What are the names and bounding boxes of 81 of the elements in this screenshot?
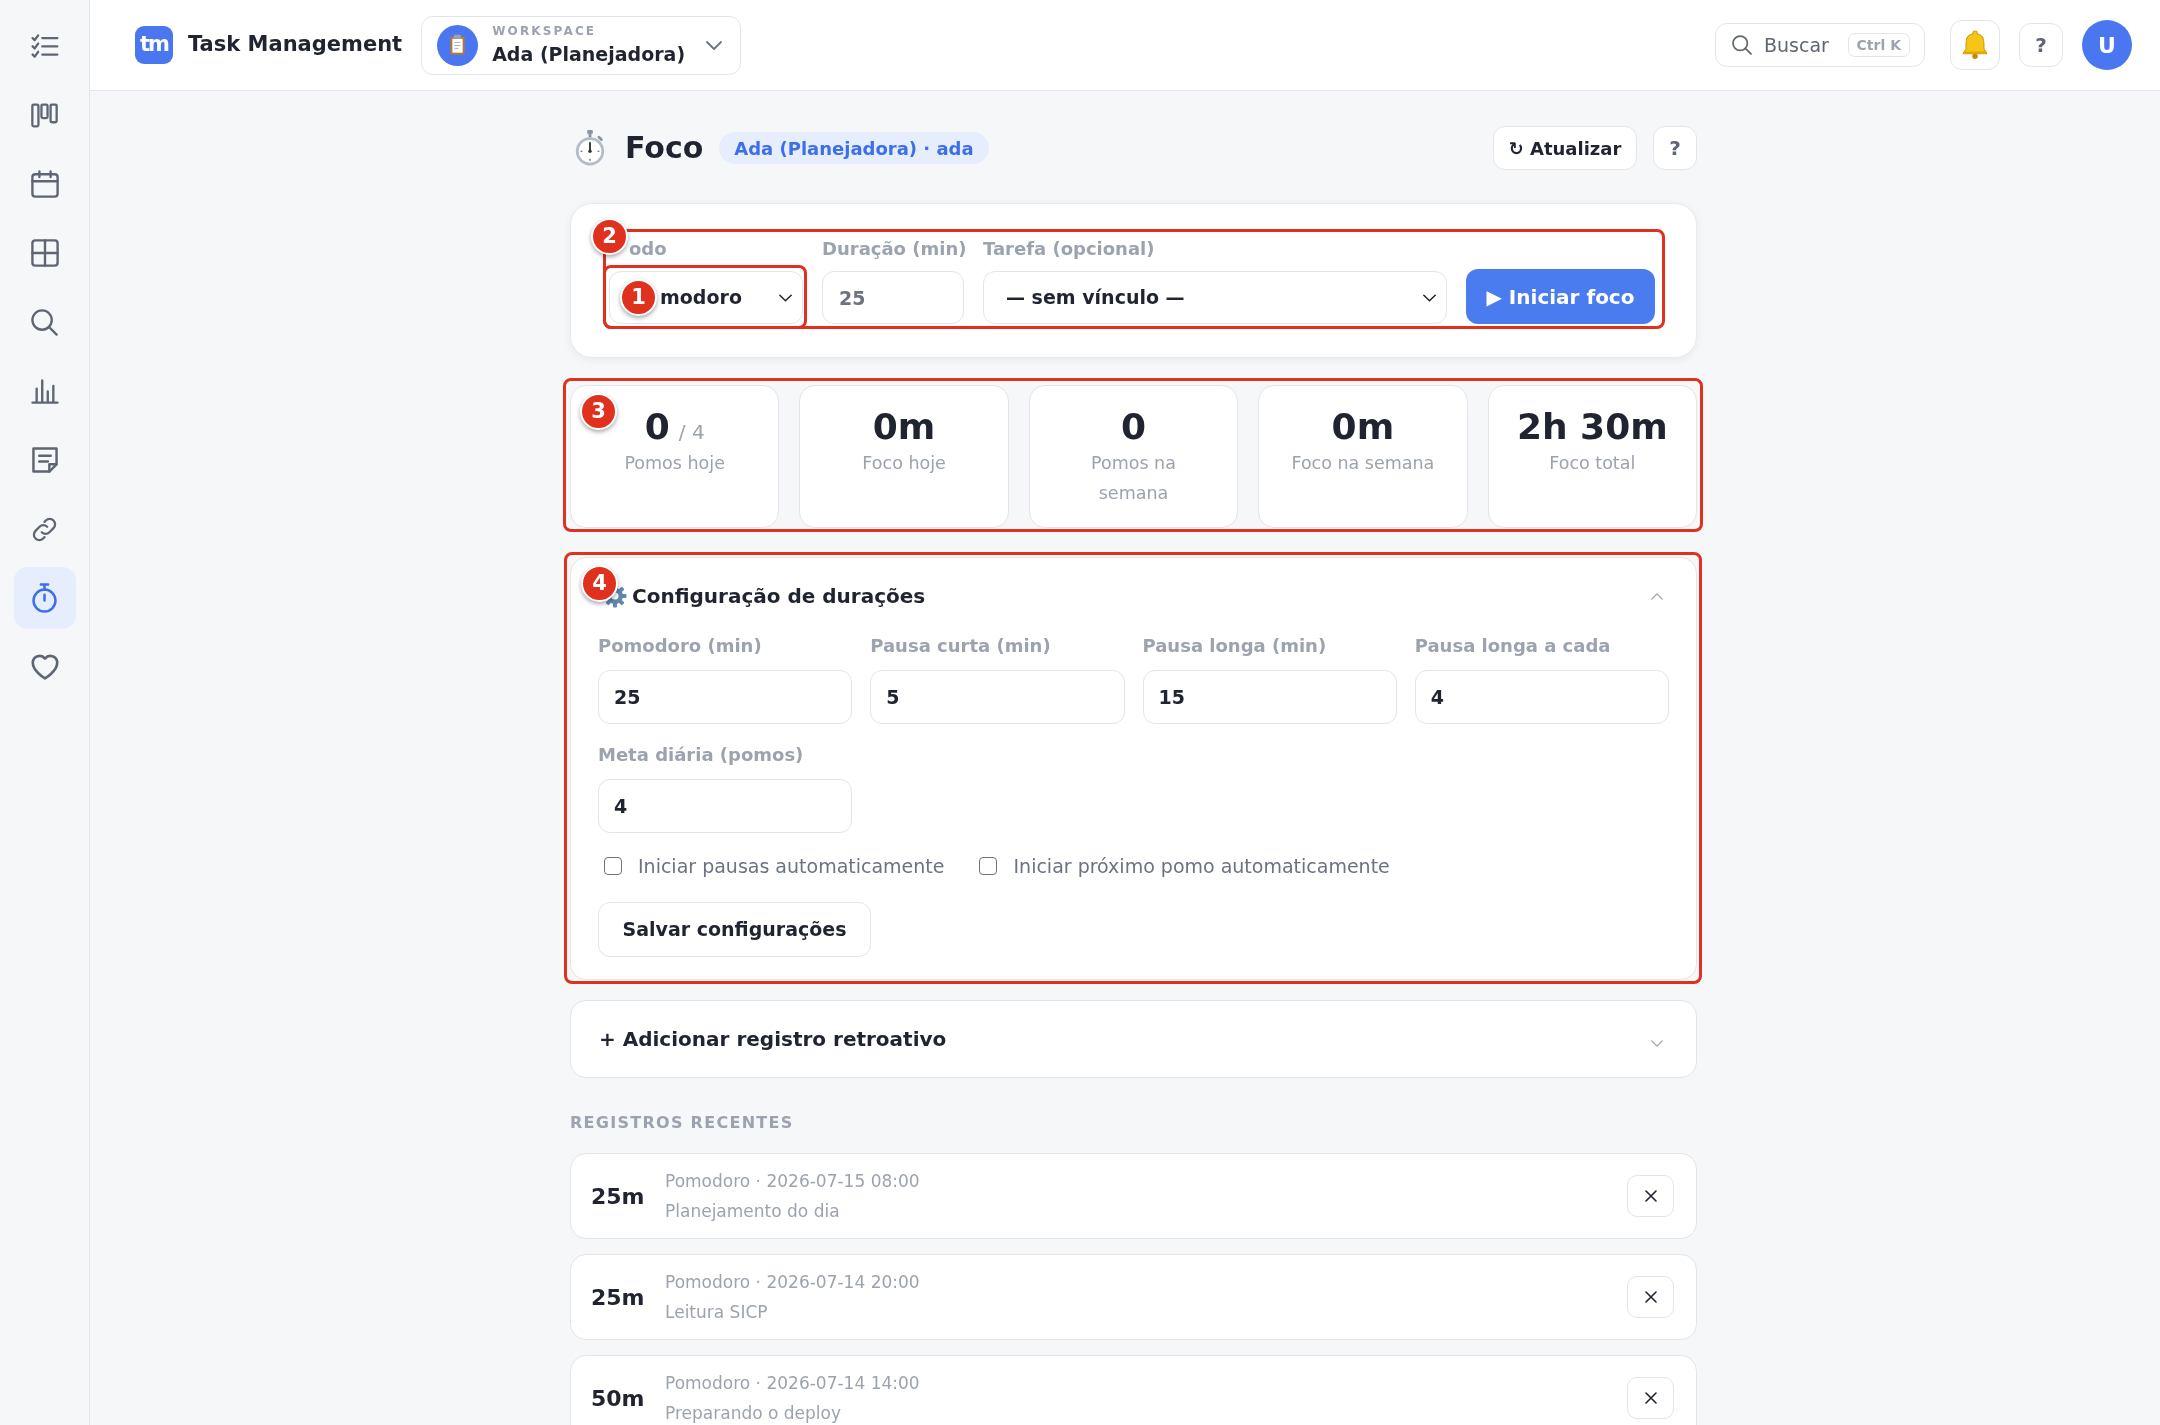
app-name: Task Management [188, 31, 403, 59]
stopwatch-icon [573, 130, 607, 166]
app-logo: tm [135, 26, 173, 64]
duration-field[interactable]: 25 [822, 271, 964, 324]
start-focus-button[interactable]: ▶ Iniciar foco [1466, 269, 1655, 324]
annotation-marker: 2 [591, 218, 628, 255]
record-meta: Pomodoro · 2026-07-14 20:00 [665, 1271, 921, 1294]
checkbox[interactable] [604, 857, 622, 875]
stat-label: Pomos na semana [1090, 452, 1177, 505]
stat-label: Foco na semana [1291, 452, 1435, 475]
input-field[interactable]: 4 [1414, 670, 1669, 724]
field-label: Pausa longa a cada [1414, 634, 1612, 658]
close-icon [1644, 1190, 1657, 1202]
grid-icon [30, 239, 59, 267]
shortcut-hint: Ctrl K [1847, 33, 1910, 57]
calendar-icon [30, 170, 59, 198]
note-icon [31, 447, 58, 473]
search-button[interactable]: Buscar Ctrl K [1715, 23, 1925, 67]
delete-button[interactable] [1627, 1377, 1674, 1419]
checkbox-label: Iniciar pausas automaticamente [638, 853, 945, 879]
workspace-selector[interactable]: WORKSPACE Ada (Planejadora) [421, 15, 742, 75]
delete-button[interactable] [1627, 1175, 1674, 1217]
user-avatar[interactable]: U [2082, 20, 2132, 70]
annotation-marker: 4 [581, 565, 618, 602]
input-field[interactable]: 15 [1142, 670, 1397, 724]
checkbox[interactable] [979, 857, 998, 875]
stat-label: Foco total [1549, 452, 1636, 475]
record-note: Preparando o deploy [665, 1402, 843, 1425]
record-note: Planejamento do dia [665, 1200, 841, 1223]
record-duration: 25m [591, 1283, 645, 1312]
stat-value: 0m [1331, 406, 1395, 448]
input-field[interactable]: 5 [870, 670, 1125, 724]
stat-goal: / 4 [678, 419, 705, 446]
search-icon [31, 308, 58, 336]
close-icon [1644, 1291, 1657, 1303]
record-note: Leitura SICP [665, 1301, 769, 1324]
field-label: odo [628, 237, 668, 261]
record-meta: Pomodoro · 2026-07-14 14:00 [665, 1372, 921, 1395]
delete-button[interactable] [1627, 1276, 1674, 1318]
field-label: Tarefa (opcional) [983, 237, 1156, 261]
link-icon [31, 515, 58, 543]
refresh-button[interactable]: ↻ Atualizar [1493, 126, 1637, 170]
workspace-badge: Ada (Planejadora) · ada [719, 132, 989, 164]
task-select[interactable]: — sem vínculo — [983, 271, 1447, 324]
save-settings-button[interactable]: Salvar configurações [598, 902, 871, 957]
stat-label: Pomos hoje [624, 452, 725, 475]
field-label: Pomodoro (min) [598, 634, 763, 658]
sidebar-item[interactable] [13, 567, 76, 629]
section-title: Configuração de durações [632, 583, 926, 610]
input-field[interactable]: 25 [598, 670, 853, 724]
bar-chart-icon [30, 378, 59, 404]
stat-value: 0 [644, 406, 670, 448]
field-label: Pausa longa (min) [1142, 634, 1328, 658]
field-label: Duração (min) [822, 237, 964, 261]
record-meta: Pomodoro · 2026-07-15 08:00 [665, 1170, 921, 1193]
help-button[interactable]: ? [2019, 23, 2063, 67]
add-record-toggle[interactable]: + Adicionar registro retroativo [570, 1000, 1697, 1078]
stopwatch-icon [32, 583, 57, 613]
stat-label: Foco hoje [862, 452, 946, 475]
record-duration: 25m [591, 1182, 645, 1211]
checklist-icon [30, 34, 59, 58]
stat-value: 0 [1120, 406, 1146, 448]
close-icon [1644, 1392, 1657, 1404]
record-duration: 50m [591, 1384, 645, 1413]
heart-icon [30, 654, 59, 680]
checkbox-label: Iniciar próximo pomo automaticamente [1013, 853, 1390, 879]
page-title: Foco [625, 133, 704, 163]
input-field[interactable]: 4 [598, 779, 853, 833]
chevron-down-icon [706, 40, 723, 50]
chevron-down-icon [1423, 293, 1436, 302]
stat-value: 2h 30m [1516, 406, 1668, 448]
field-label: Meta diária (pomos) [598, 743, 805, 767]
search-icon [1732, 35, 1752, 55]
section-heading: REGISTROS RECENTES [570, 1112, 795, 1134]
columns-icon [31, 102, 58, 128]
clipboard-icon [437, 24, 479, 66]
bell-icon [1962, 30, 1988, 60]
field-label: Pausa curta (min) [870, 634, 1052, 658]
chevron-down-icon [779, 293, 792, 302]
help-button[interactable]: ? [1653, 126, 1697, 170]
stat-value: 0m [872, 406, 936, 448]
